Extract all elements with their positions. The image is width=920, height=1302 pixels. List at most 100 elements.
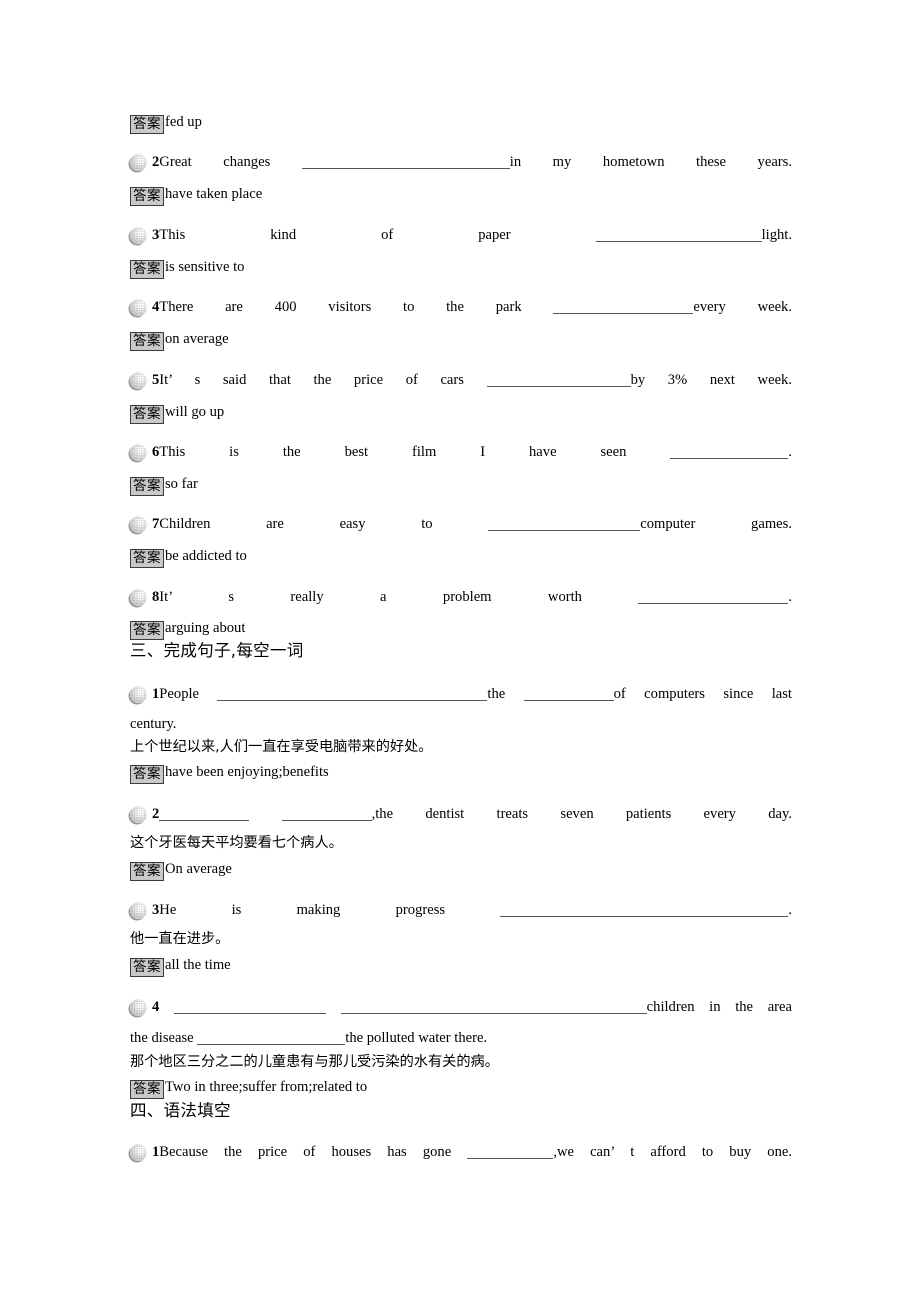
answer-row: 答案 arguing about bbox=[130, 618, 792, 641]
question-text-1: It’ s said that the price of cars bbox=[159, 372, 487, 388]
sphere-bullet-icon bbox=[130, 227, 147, 244]
question-text-2 bbox=[249, 806, 281, 822]
question-text-1 bbox=[159, 999, 174, 1015]
question-blank-2[interactable] bbox=[500, 904, 789, 917]
sphere-bullet-icon bbox=[130, 1144, 147, 1161]
answer-text: Two in three;suffer from;related to bbox=[165, 1079, 368, 1095]
answer-text: have been enjoying;benefits bbox=[165, 764, 329, 780]
answer-text: fed up bbox=[165, 114, 202, 130]
question-text-1: This is the best film I have seen bbox=[159, 444, 671, 460]
question-text-1: He is making progress bbox=[159, 902, 501, 918]
continuation-text-1: the disease bbox=[130, 1030, 198, 1046]
question-text-1: It’ s really a problem worth bbox=[159, 589, 639, 605]
answer-row: 答案 all the time bbox=[130, 955, 792, 978]
section-heading: 四、语法填空 bbox=[130, 1101, 231, 1120]
answer-tag-badge: 答案 bbox=[130, 765, 164, 785]
question-blank-2[interactable] bbox=[486, 374, 631, 387]
answer-row: 答案 be addicted to bbox=[130, 546, 792, 569]
question-blank-2[interactable] bbox=[553, 301, 694, 314]
question-blank-2[interactable] bbox=[595, 229, 762, 242]
question-text-3 bbox=[326, 999, 341, 1015]
question-blank-2[interactable] bbox=[638, 591, 789, 604]
question-blank-2[interactable] bbox=[488, 518, 641, 531]
answer-text: is sensitive to bbox=[165, 259, 245, 275]
answer-text: On average bbox=[165, 861, 232, 877]
answer-tag-badge: 答案 bbox=[130, 549, 164, 569]
answer-text: be addicted to bbox=[165, 548, 247, 564]
answer-text: so far bbox=[165, 476, 198, 492]
continuation-line: century. bbox=[130, 716, 177, 732]
question-text-1: People bbox=[159, 686, 218, 702]
answer-row: 答案 so far bbox=[130, 474, 792, 497]
answer-row: 答案 fed up bbox=[130, 112, 792, 135]
question-text-1: Because the price of houses has gone bbox=[159, 1144, 468, 1160]
answer-row: 答案 will go up bbox=[130, 402, 792, 425]
question-blank-2[interactable] bbox=[217, 688, 488, 701]
answer-tag-badge: 答案 bbox=[130, 958, 164, 978]
question-text-1: This kind of paper bbox=[159, 227, 596, 243]
question-blank-4[interactable] bbox=[523, 688, 614, 701]
question-blank-1[interactable] bbox=[159, 808, 250, 821]
sphere-bullet-icon bbox=[130, 154, 147, 171]
question-text-3: in my hometown these years. bbox=[509, 154, 792, 170]
answer-text: have taken place bbox=[165, 186, 263, 202]
question-text-5: children in the area bbox=[646, 999, 792, 1015]
question-text-3: by 3% next week. bbox=[630, 372, 792, 388]
question-text-3: . bbox=[788, 902, 792, 918]
sphere-bullet-icon bbox=[130, 516, 147, 533]
question-text-4: ,the dentist treats seven patients every… bbox=[371, 806, 792, 822]
answer-text: on average bbox=[165, 331, 229, 347]
question-blank-2[interactable] bbox=[467, 1146, 554, 1159]
answer-tag-badge: 答案 bbox=[130, 187, 164, 207]
answer-tag-badge: 答案 bbox=[130, 260, 164, 280]
chinese-translation-line: 这个牙医每天平均要看七个病人。 bbox=[130, 835, 343, 851]
answer-row: 答案 Two in three;suffer from;related to bbox=[130, 1077, 792, 1100]
answer-tag-badge: 答案 bbox=[130, 862, 164, 882]
sphere-bullet-icon bbox=[130, 999, 147, 1016]
answer-tag-badge: 答案 bbox=[130, 405, 164, 425]
document-page: 答案 fed up 2Great changes in my hometown th… bbox=[130, 0, 792, 1302]
continuation-line: the disease the polluted water there. bbox=[130, 1028, 792, 1049]
question-text-3: ,we can’ t afford to buy one. bbox=[553, 1144, 792, 1160]
question-blank-2[interactable] bbox=[301, 156, 510, 169]
question-text-3: . bbox=[788, 444, 792, 460]
chinese-translation-line: 上个世纪以来,人们一直在享受电脑带来的好处。 bbox=[130, 739, 433, 755]
answer-tag-badge: 答案 bbox=[130, 1080, 164, 1100]
question-blank-4[interactable] bbox=[340, 1001, 647, 1014]
answer-text: arguing about bbox=[165, 620, 246, 636]
question-text-3: light. bbox=[761, 227, 792, 243]
answer-row: 答案 have taken place bbox=[130, 184, 792, 207]
answer-text: will go up bbox=[165, 404, 225, 420]
question-blank-2[interactable] bbox=[670, 446, 789, 459]
question-blank-3[interactable] bbox=[281, 808, 372, 821]
question-text-1: Great changes bbox=[159, 154, 302, 170]
answer-row: 答案 is sensitive to bbox=[130, 257, 792, 280]
answer-text: all the time bbox=[165, 957, 231, 973]
question-text-3: . bbox=[788, 589, 792, 605]
question-blank-2[interactable] bbox=[173, 1001, 326, 1014]
sphere-bullet-icon bbox=[130, 299, 147, 316]
sphere-bullet-icon bbox=[130, 589, 147, 606]
answer-row: 答案 on average bbox=[130, 329, 792, 352]
answer-row: 答案 have been enjoying;benefits bbox=[130, 762, 792, 785]
answer-tag-badge: 答案 bbox=[130, 115, 164, 135]
answer-tag-badge: 答案 bbox=[130, 477, 164, 497]
question-text-1: Children are easy to bbox=[159, 516, 489, 532]
sphere-bullet-icon bbox=[130, 686, 147, 703]
sphere-bullet-icon bbox=[130, 444, 147, 461]
continuation-text-3: the polluted water there. bbox=[345, 1030, 488, 1046]
sphere-bullet-icon bbox=[130, 806, 147, 823]
question-number: 2 bbox=[152, 806, 160, 822]
question-item: 1Because the price of houses has gone ,w… bbox=[130, 1142, 792, 1185]
sphere-bullet-icon bbox=[130, 372, 147, 389]
question-text-3: the bbox=[487, 686, 524, 702]
answer-row: 答案 On average bbox=[130, 859, 792, 882]
chinese-translation-line: 那个地区三分之二的儿童患有与那儿受污染的水有关的病。 bbox=[130, 1054, 499, 1070]
question-text-1: There are 400 visitors to the park bbox=[159, 299, 554, 315]
question-text-3: computer games. bbox=[640, 516, 792, 532]
continuation-blank-2[interactable] bbox=[197, 1032, 346, 1045]
chinese-translation-line: 他一直在进步。 bbox=[130, 931, 230, 947]
answer-tag-badge: 答案 bbox=[130, 621, 164, 641]
question-text-5: of computers since last bbox=[613, 686, 792, 702]
sphere-bullet-icon bbox=[130, 902, 147, 919]
